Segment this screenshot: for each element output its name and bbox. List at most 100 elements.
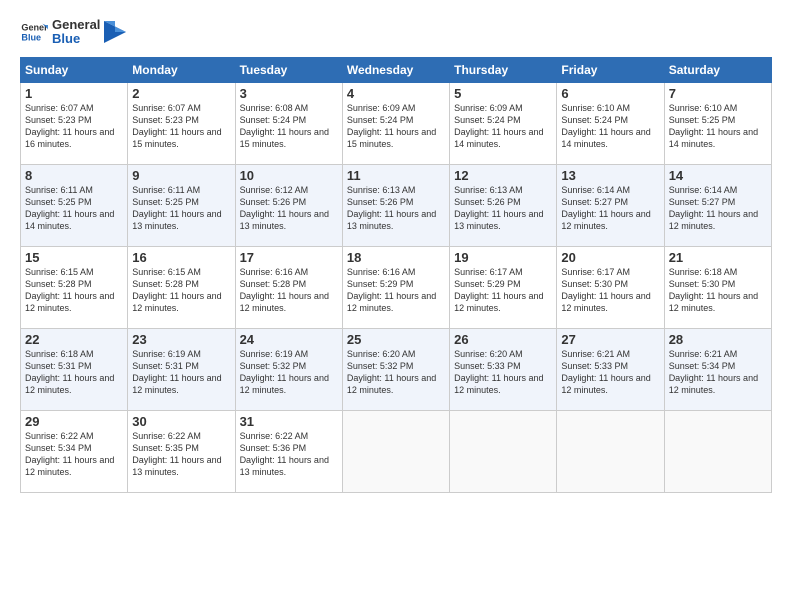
- daylight-label: Daylight: 11 hours and 12 minutes.: [132, 373, 221, 395]
- daylight-label: Daylight: 11 hours and 12 minutes.: [454, 373, 543, 395]
- daylight-label: Daylight: 11 hours and 13 minutes.: [454, 209, 543, 231]
- page: General Blue General Blue Sunday Monday: [0, 0, 792, 503]
- calendar-cell: 12 Sunrise: 6:13 AM Sunset: 5:26 PM Dayl…: [450, 164, 557, 246]
- daylight-label: Daylight: 11 hours and 13 minutes.: [347, 209, 436, 231]
- daylight-label: Daylight: 11 hours and 15 minutes.: [132, 127, 221, 149]
- calendar-cell: 28 Sunrise: 6:21 AM Sunset: 5:34 PM Dayl…: [664, 328, 771, 410]
- daylight-label: Daylight: 11 hours and 13 minutes.: [240, 209, 329, 231]
- daylight-label: Daylight: 11 hours and 12 minutes.: [669, 291, 758, 313]
- daylight-label: Daylight: 11 hours and 12 minutes.: [561, 373, 650, 395]
- day-number: 11: [347, 168, 445, 183]
- calendar-cell: 10 Sunrise: 6:12 AM Sunset: 5:26 PM Dayl…: [235, 164, 342, 246]
- sunset-label: Sunset: 5:28 PM: [240, 279, 307, 289]
- calendar-cell: [664, 410, 771, 492]
- sunset-label: Sunset: 5:26 PM: [347, 197, 414, 207]
- cell-content: Sunrise: 6:15 AM Sunset: 5:28 PM Dayligh…: [25, 266, 123, 315]
- sunset-label: Sunset: 5:33 PM: [561, 361, 628, 371]
- day-number: 16: [132, 250, 230, 265]
- calendar-cell: 29 Sunrise: 6:22 AM Sunset: 5:34 PM Dayl…: [21, 410, 128, 492]
- sunset-label: Sunset: 5:29 PM: [454, 279, 521, 289]
- sunrise-label: Sunrise: 6:07 AM: [25, 103, 94, 113]
- sunrise-label: Sunrise: 6:08 AM: [240, 103, 309, 113]
- cell-content: Sunrise: 6:17 AM Sunset: 5:30 PM Dayligh…: [561, 266, 659, 315]
- sunrise-label: Sunrise: 6:18 AM: [25, 349, 94, 359]
- calendar-cell: 23 Sunrise: 6:19 AM Sunset: 5:31 PM Dayl…: [128, 328, 235, 410]
- daylight-label: Daylight: 11 hours and 15 minutes.: [240, 127, 329, 149]
- day-number: 1: [25, 86, 123, 101]
- calendar-cell: 4 Sunrise: 6:09 AM Sunset: 5:24 PM Dayli…: [342, 82, 449, 164]
- week-row-5: 29 Sunrise: 6:22 AM Sunset: 5:34 PM Dayl…: [21, 410, 772, 492]
- day-number: 27: [561, 332, 659, 347]
- col-monday: Monday: [128, 57, 235, 82]
- week-row-3: 15 Sunrise: 6:15 AM Sunset: 5:28 PM Dayl…: [21, 246, 772, 328]
- logo-arrow-icon: [104, 21, 126, 43]
- sunset-label: Sunset: 5:24 PM: [240, 115, 307, 125]
- day-number: 7: [669, 86, 767, 101]
- cell-content: Sunrise: 6:17 AM Sunset: 5:29 PM Dayligh…: [454, 266, 552, 315]
- calendar-table: Sunday Monday Tuesday Wednesday Thursday…: [20, 57, 772, 493]
- daylight-label: Daylight: 11 hours and 12 minutes.: [561, 209, 650, 231]
- sunrise-label: Sunrise: 6:16 AM: [240, 267, 309, 277]
- daylight-label: Daylight: 11 hours and 15 minutes.: [347, 127, 436, 149]
- sunrise-label: Sunrise: 6:20 AM: [347, 349, 416, 359]
- daylight-label: Daylight: 11 hours and 13 minutes.: [132, 209, 221, 231]
- daylight-label: Daylight: 11 hours and 13 minutes.: [132, 455, 221, 477]
- sunset-label: Sunset: 5:24 PM: [454, 115, 521, 125]
- day-number: 14: [669, 168, 767, 183]
- day-number: 29: [25, 414, 123, 429]
- cell-content: Sunrise: 6:18 AM Sunset: 5:30 PM Dayligh…: [669, 266, 767, 315]
- sunrise-label: Sunrise: 6:19 AM: [240, 349, 309, 359]
- sunset-label: Sunset: 5:34 PM: [669, 361, 736, 371]
- day-number: 15: [25, 250, 123, 265]
- day-number: 10: [240, 168, 338, 183]
- cell-content: Sunrise: 6:19 AM Sunset: 5:31 PM Dayligh…: [132, 348, 230, 397]
- calendar-cell: 24 Sunrise: 6:19 AM Sunset: 5:32 PM Dayl…: [235, 328, 342, 410]
- cell-content: Sunrise: 6:16 AM Sunset: 5:28 PM Dayligh…: [240, 266, 338, 315]
- sunset-label: Sunset: 5:24 PM: [347, 115, 414, 125]
- cell-content: Sunrise: 6:22 AM Sunset: 5:34 PM Dayligh…: [25, 430, 123, 479]
- calendar-cell: 5 Sunrise: 6:09 AM Sunset: 5:24 PM Dayli…: [450, 82, 557, 164]
- sunrise-label: Sunrise: 6:17 AM: [454, 267, 523, 277]
- cell-content: Sunrise: 6:21 AM Sunset: 5:33 PM Dayligh…: [561, 348, 659, 397]
- sunset-label: Sunset: 5:32 PM: [347, 361, 414, 371]
- cell-content: Sunrise: 6:20 AM Sunset: 5:32 PM Dayligh…: [347, 348, 445, 397]
- daylight-label: Daylight: 11 hours and 12 minutes.: [25, 373, 114, 395]
- daylight-label: Daylight: 11 hours and 12 minutes.: [25, 291, 114, 313]
- sunset-label: Sunset: 5:36 PM: [240, 443, 307, 453]
- calendar-cell: 1 Sunrise: 6:07 AM Sunset: 5:23 PM Dayli…: [21, 82, 128, 164]
- cell-content: Sunrise: 6:21 AM Sunset: 5:34 PM Dayligh…: [669, 348, 767, 397]
- sunset-label: Sunset: 5:32 PM: [240, 361, 307, 371]
- daylight-label: Daylight: 11 hours and 16 minutes.: [25, 127, 114, 149]
- daylight-label: Daylight: 11 hours and 12 minutes.: [561, 291, 650, 313]
- cell-content: Sunrise: 6:09 AM Sunset: 5:24 PM Dayligh…: [347, 102, 445, 151]
- daylight-label: Daylight: 11 hours and 12 minutes.: [669, 373, 758, 395]
- cell-content: Sunrise: 6:07 AM Sunset: 5:23 PM Dayligh…: [25, 102, 123, 151]
- col-wednesday: Wednesday: [342, 57, 449, 82]
- sunrise-label: Sunrise: 6:15 AM: [25, 267, 94, 277]
- calendar-cell: 17 Sunrise: 6:16 AM Sunset: 5:28 PM Dayl…: [235, 246, 342, 328]
- sunset-label: Sunset: 5:30 PM: [669, 279, 736, 289]
- day-number: 21: [669, 250, 767, 265]
- sunset-label: Sunset: 5:24 PM: [561, 115, 628, 125]
- sunset-label: Sunset: 5:25 PM: [25, 197, 92, 207]
- daylight-label: Daylight: 11 hours and 12 minutes.: [240, 291, 329, 313]
- sunrise-label: Sunrise: 6:16 AM: [347, 267, 416, 277]
- daylight-label: Daylight: 11 hours and 12 minutes.: [669, 209, 758, 231]
- cell-content: Sunrise: 6:14 AM Sunset: 5:27 PM Dayligh…: [561, 184, 659, 233]
- calendar-cell: 18 Sunrise: 6:16 AM Sunset: 5:29 PM Dayl…: [342, 246, 449, 328]
- daylight-label: Daylight: 11 hours and 14 minutes.: [25, 209, 114, 231]
- daylight-label: Daylight: 11 hours and 12 minutes.: [132, 291, 221, 313]
- sunset-label: Sunset: 5:26 PM: [454, 197, 521, 207]
- sunrise-label: Sunrise: 6:11 AM: [25, 185, 93, 195]
- sunrise-label: Sunrise: 6:12 AM: [240, 185, 309, 195]
- col-sunday: Sunday: [21, 57, 128, 82]
- calendar-cell: 15 Sunrise: 6:15 AM Sunset: 5:28 PM Dayl…: [21, 246, 128, 328]
- calendar-cell: 21 Sunrise: 6:18 AM Sunset: 5:30 PM Dayl…: [664, 246, 771, 328]
- calendar-cell: 27 Sunrise: 6:21 AM Sunset: 5:33 PM Dayl…: [557, 328, 664, 410]
- calendar-cell: [342, 410, 449, 492]
- cell-content: Sunrise: 6:15 AM Sunset: 5:28 PM Dayligh…: [132, 266, 230, 315]
- day-number: 13: [561, 168, 659, 183]
- daylight-label: Daylight: 11 hours and 12 minutes.: [454, 291, 543, 313]
- logo-general: General: [52, 18, 100, 32]
- calendar-cell: 9 Sunrise: 6:11 AM Sunset: 5:25 PM Dayli…: [128, 164, 235, 246]
